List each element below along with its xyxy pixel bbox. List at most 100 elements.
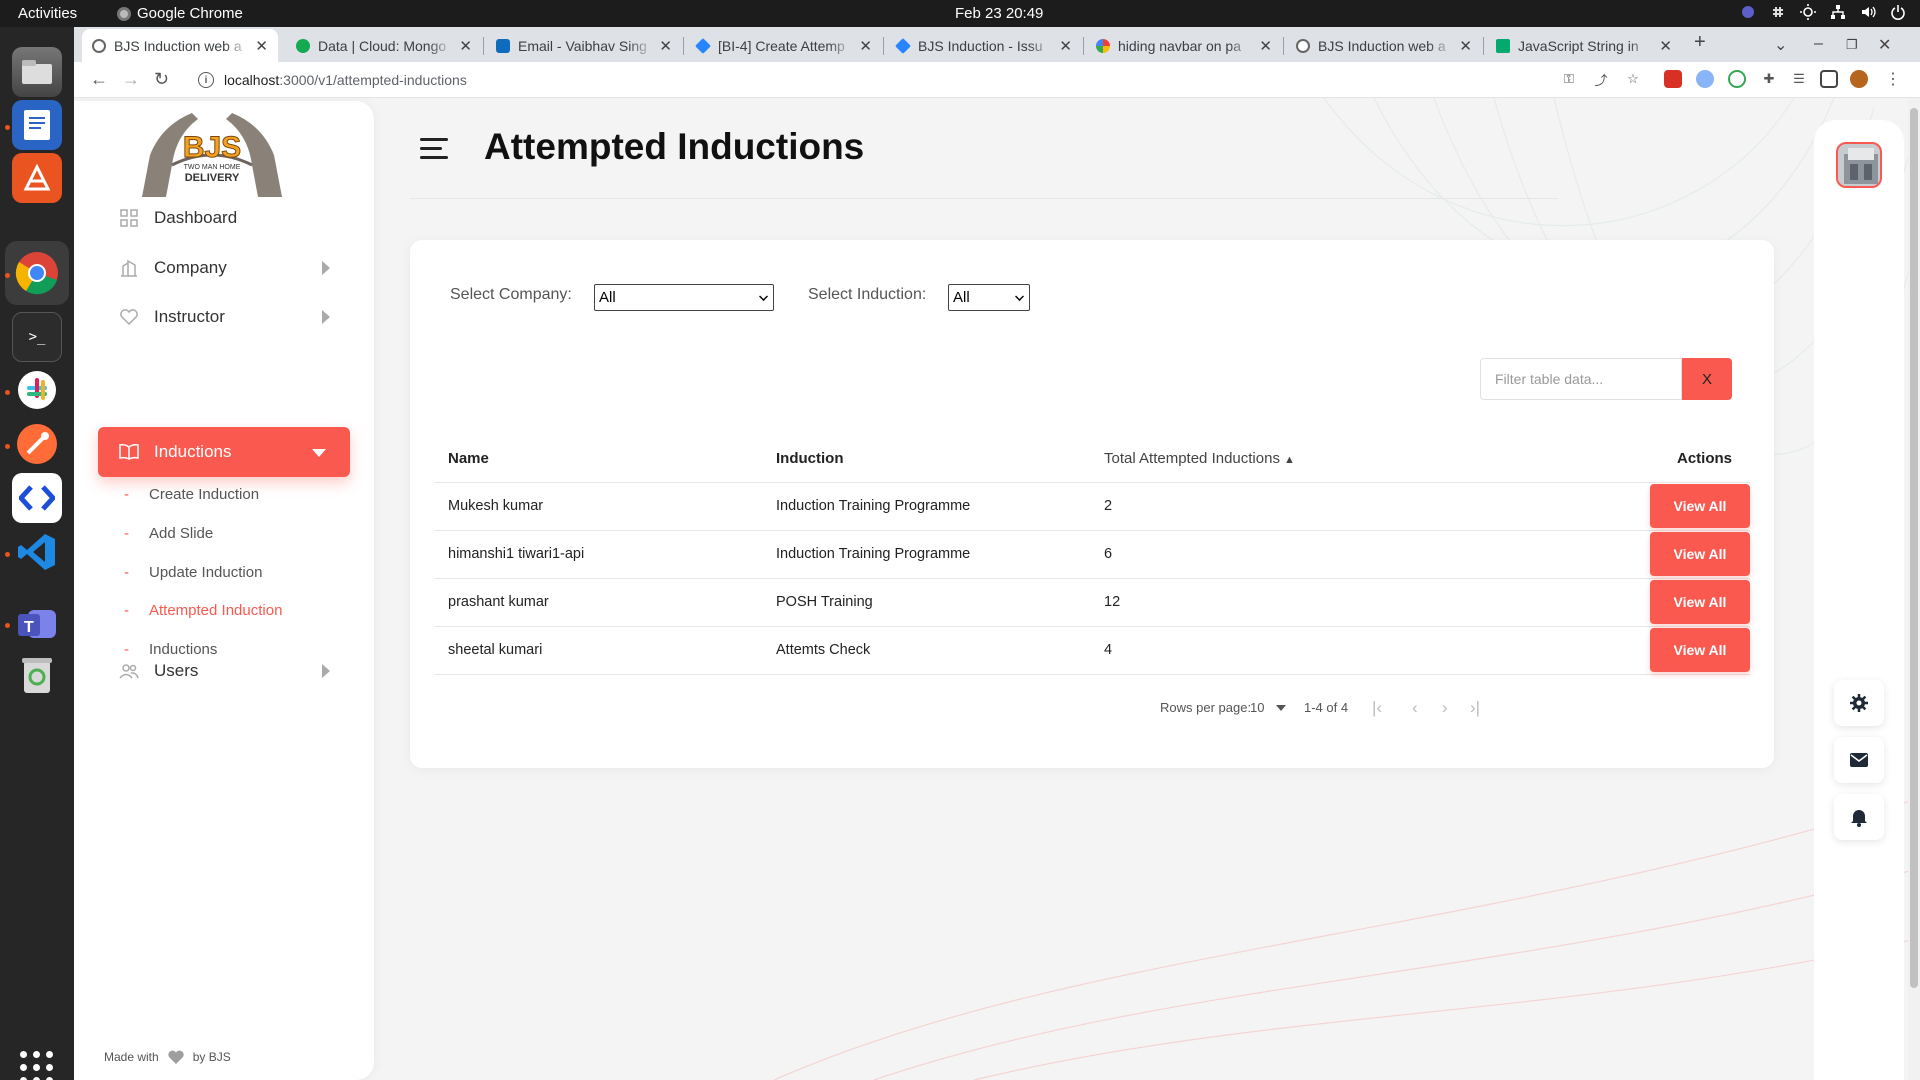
tab-jira-bi4[interactable]: [BI-4] Create Attemp ✕: [686, 29, 882, 62]
notifications-button[interactable]: [1834, 794, 1884, 840]
tab-title: hiding navbar on pa: [1118, 37, 1241, 54]
postman-app-icon[interactable]: [12, 419, 62, 469]
sidebar-subitem-create-induction[interactable]: - Create Induction: [124, 486, 259, 503]
url-path: :3000/v1/attempted-inductions: [279, 72, 467, 88]
bookmark-star-icon[interactable]: ☆: [1624, 70, 1642, 88]
teams-app-icon[interactable]: T: [12, 598, 62, 648]
tab-google-search[interactable]: hiding navbar on pa ✕: [1086, 29, 1282, 62]
files-app-icon[interactable]: [12, 47, 62, 97]
sidebar-subitem-attempted-induction[interactable]: - Attempted Induction: [124, 602, 282, 619]
user-avatar[interactable]: [1836, 142, 1882, 188]
sidebar-subitem-update-induction[interactable]: - Update Induction: [124, 564, 262, 581]
rows-per-page-select[interactable]: 10: [1250, 700, 1287, 715]
slack-app-icon[interactable]: [12, 365, 62, 415]
slack-tray-icon[interactable]: [1770, 4, 1786, 20]
table-filter-input[interactable]: Filter table data...: [1480, 358, 1682, 400]
maximize-icon[interactable]: ❐: [1846, 37, 1858, 53]
new-tab-icon[interactable]: +: [1694, 31, 1706, 54]
first-page-icon[interactable]: |‹: [1372, 698, 1382, 718]
extension-blue-icon[interactable]: [1696, 70, 1714, 88]
view-all-button[interactable]: View All: [1650, 532, 1750, 576]
brightness-icon[interactable]: [1800, 4, 1816, 20]
column-header-name[interactable]: Name: [434, 436, 762, 483]
tab-separator: [683, 37, 684, 55]
page-scrollbar[interactable]: [1908, 98, 1920, 1080]
settings-button[interactable]: [1834, 680, 1884, 726]
writer-app-icon[interactable]: [12, 100, 62, 150]
tab-w3schools[interactable]: JavaScript String in ✕: [1486, 29, 1682, 62]
tab-jira-issues[interactable]: BJS Induction - Issu ✕: [886, 29, 1082, 62]
address-bar[interactable]: i localhost :3000/v1/attempted-induction…: [186, 66, 1636, 94]
trash-icon[interactable]: [12, 650, 62, 700]
sidebar-item-company[interactable]: Company: [98, 243, 350, 293]
sidebar-item-inductions[interactable]: Inductions: [98, 427, 350, 477]
key-icon[interactable]: ⚿: [1560, 70, 1578, 88]
extension-green-icon[interactable]: [1728, 70, 1746, 88]
next-page-icon[interactable]: ›: [1442, 698, 1448, 718]
site-info-icon[interactable]: i: [198, 72, 214, 88]
teams-tray-icon[interactable]: [1740, 4, 1756, 20]
bjs-logo[interactable]: BJS TWO MAN HOME DELIVERY: [132, 105, 292, 205]
close-icon[interactable]: ✕: [1059, 37, 1072, 55]
app-menu[interactable]: Google Chrome: [117, 5, 243, 22]
close-icon[interactable]: ✕: [255, 37, 268, 55]
volume-icon[interactable]: [1860, 4, 1876, 20]
tab-search-chevron-icon[interactable]: ⌄: [1774, 35, 1787, 55]
messages-button[interactable]: [1834, 737, 1884, 783]
extensions-puzzle-icon[interactable]: ✚: [1760, 70, 1778, 88]
cell-induction: Induction Training Programme: [762, 482, 1090, 531]
clock[interactable]: Feb 23 20:49: [955, 5, 1043, 22]
column-header-induction[interactable]: Induction: [762, 436, 1090, 483]
close-icon[interactable]: ✕: [859, 37, 872, 55]
side-panel-icon[interactable]: [1820, 70, 1838, 88]
minimize-icon[interactable]: –: [1814, 35, 1823, 53]
system-tray[interactable]: [1740, 4, 1906, 20]
heart-icon: [118, 306, 140, 328]
close-icon[interactable]: ✕: [459, 37, 472, 55]
software-center-icon[interactable]: [12, 153, 62, 203]
menu-toggle-icon[interactable]: [420, 138, 448, 160]
close-icon[interactable]: ✕: [1659, 37, 1672, 55]
sidebar-item-dashboard[interactable]: Dashboard: [98, 193, 350, 243]
sidebar-subitem-inductions[interactable]: - Inductions: [124, 641, 217, 658]
close-icon[interactable]: ✕: [1459, 37, 1472, 55]
vscode-app-icon[interactable]: [12, 527, 62, 577]
tab-bjs-induction-active[interactable]: BJS Induction web a ✕: [82, 29, 278, 62]
reload-icon[interactable]: ↻: [154, 69, 169, 90]
more-menu-icon[interactable]: ⋮: [1884, 70, 1902, 88]
reading-list-icon[interactable]: ☰: [1790, 70, 1808, 88]
terminal-app-icon[interactable]: >_: [12, 312, 62, 362]
induction-select[interactable]: All: [948, 284, 1030, 311]
back-arrow-icon[interactable]: ←: [90, 69, 108, 90]
tab-mongodb[interactable]: Data | Cloud: Mongo ✕: [286, 29, 482, 62]
close-icon[interactable]: ✕: [1259, 37, 1272, 55]
network-icon[interactable]: [1830, 4, 1846, 20]
activities-button[interactable]: Activities: [18, 5, 77, 22]
window-close-icon[interactable]: ✕: [1878, 35, 1891, 55]
extension-red-icon[interactable]: [1664, 70, 1682, 88]
tab-bjs-induction-2[interactable]: BJS Induction web a ✕: [1286, 29, 1482, 62]
company-select[interactable]: All: [594, 284, 774, 311]
chrome-small-icon: [117, 6, 131, 21]
scrollbar-thumb[interactable]: [1910, 108, 1918, 988]
forward-arrow-icon[interactable]: →: [122, 69, 140, 90]
company-select-value: All: [599, 289, 616, 306]
view-all-button[interactable]: View All: [1650, 580, 1750, 624]
power-icon[interactable]: [1890, 4, 1906, 20]
code-editor-icon[interactable]: [12, 473, 62, 523]
view-all-button[interactable]: View All: [1650, 628, 1750, 672]
column-header-total-attempted[interactable]: Total Attempted Inductions ▲: [1090, 436, 1430, 483]
sidebar-subitem-add-slide[interactable]: - Add Slide: [124, 525, 213, 542]
close-icon[interactable]: ✕: [659, 37, 672, 55]
tab-outlook-email[interactable]: Email - Vaibhav Sing ✕: [486, 29, 682, 62]
sidebar-footer: Made with by BJS: [104, 1049, 231, 1065]
previous-page-icon[interactable]: ‹: [1412, 698, 1418, 718]
sidebar-item-instructor[interactable]: Instructor: [98, 292, 350, 342]
view-all-button[interactable]: View All: [1650, 484, 1750, 528]
share-icon[interactable]: ⤴: [1592, 70, 1610, 88]
show-apps-icon[interactable]: [20, 1051, 54, 1080]
chrome-app-icon[interactable]: [12, 248, 62, 298]
profile-avatar-icon[interactable]: [1850, 70, 1868, 88]
last-page-icon[interactable]: ›|: [1470, 698, 1480, 718]
clear-filter-button[interactable]: X: [1682, 358, 1732, 400]
